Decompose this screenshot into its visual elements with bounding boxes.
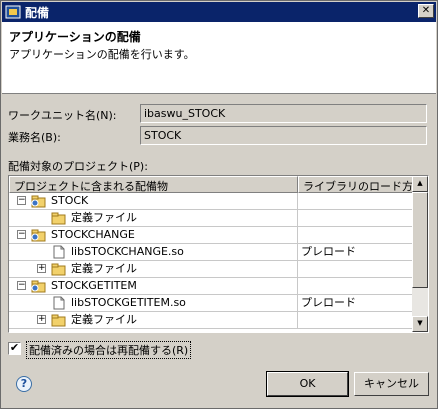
business-label: 業務名(B):	[8, 131, 61, 144]
scroll-thumb[interactable]	[412, 192, 428, 288]
header-title: アプリケーションの配備	[9, 30, 141, 44]
project-icon	[31, 279, 47, 293]
ok-button[interactable]: OK	[266, 371, 349, 397]
file-icon	[51, 245, 67, 259]
table-row[interactable]: libSTOCKCHANGE.so プレロード	[9, 244, 413, 261]
scroll-down-button[interactable]: ▼	[412, 316, 428, 332]
dialog-window: 配備 ✕ アプリケーションの配備 アプリケーションの配備を行います。 ワークユニ…	[0, 0, 438, 409]
artifact-label: STOCK	[51, 194, 89, 207]
header-description: アプリケーションの配備を行います。	[9, 48, 195, 61]
column-header-load-method[interactable]: ライブラリのロード方法	[298, 176, 413, 193]
table-row[interactable]: − STOCKCHANGE	[9, 227, 413, 244]
table-row[interactable]: libSTOCKGETITEM.so プレロード	[9, 295, 413, 312]
projects-table[interactable]: プロジェクトに含まれる配備物 ライブラリのロード方法 − STOCK 定義ファイル −…	[8, 175, 429, 333]
folder-icon	[51, 211, 67, 225]
collapse-icon[interactable]: −	[17, 230, 26, 239]
window-title: 配備	[25, 5, 50, 20]
load-method-cell[interactable]	[298, 278, 413, 294]
table-row[interactable]: + 定義ファイル	[9, 312, 413, 329]
table-row[interactable]: − STOCKGETITEM	[9, 278, 413, 295]
app-icon	[5, 5, 21, 19]
expand-icon[interactable]: +	[37, 315, 46, 324]
table-header: プロジェクトに含まれる配備物 ライブラリのロード方法	[9, 176, 413, 193]
collapse-icon[interactable]: −	[17, 281, 26, 290]
artifact-label: libSTOCKGETITEM.so	[71, 296, 186, 309]
table-row[interactable]: 定義ファイル	[9, 210, 413, 227]
load-method-cell[interactable]	[298, 210, 413, 226]
redeploy-checkbox[interactable]: ✔	[8, 342, 21, 355]
projects-label: 配備対象のプロジェクト(P):	[8, 160, 148, 173]
table-row[interactable]: − STOCK	[9, 193, 413, 210]
folder-icon	[51, 262, 67, 276]
column-header-artifacts[interactable]: プロジェクトに含まれる配備物	[9, 176, 298, 193]
project-icon	[31, 228, 47, 242]
artifact-cell: − STOCK	[9, 193, 298, 209]
work-unit-field: ibaswu_STOCK	[140, 104, 427, 123]
file-icon	[51, 296, 67, 310]
load-method-cell[interactable]	[298, 261, 413, 277]
table-rows: − STOCK 定義ファイル − STOCKCHANGE libSTOCKCHANGE.s…	[9, 193, 413, 329]
table-row[interactable]: + 定義ファイル	[9, 261, 413, 278]
artifact-cell: 定義ファイル	[9, 210, 298, 226]
load-method-cell[interactable]	[298, 227, 413, 243]
load-method-cell[interactable]: プレロード	[298, 295, 413, 311]
artifact-cell: + 定義ファイル	[9, 261, 298, 277]
artifact-label: STOCKGETITEM	[51, 279, 137, 292]
artifact-cell: libSTOCKGETITEM.so	[9, 295, 298, 311]
artifact-cell: + 定義ファイル	[9, 312, 298, 328]
cancel-button[interactable]: キャンセル	[354, 372, 429, 396]
artifact-label: 定義ファイル	[71, 313, 137, 326]
artifact-cell: − STOCKGETITEM	[9, 278, 298, 294]
artifact-label: STOCKCHANGE	[51, 228, 135, 241]
load-method-cell[interactable]: プレロード	[298, 244, 413, 260]
help-icon[interactable]: ?	[16, 376, 32, 392]
load-method-cell[interactable]	[298, 312, 413, 328]
artifact-label: 定義ファイル	[71, 211, 137, 224]
vertical-scrollbar[interactable]: ▲ ▼	[412, 176, 428, 332]
scroll-up-button[interactable]: ▲	[412, 176, 428, 192]
collapse-icon[interactable]: −	[17, 196, 26, 205]
work-unit-label: ワークユニット名(N):	[8, 109, 117, 122]
business-field: STOCK	[140, 126, 427, 145]
artifact-cell: libSTOCKCHANGE.so	[9, 244, 298, 260]
redeploy-label[interactable]: 配備済みの場合は再配備する(R)	[26, 341, 192, 359]
close-button[interactable]: ✕	[418, 4, 434, 18]
folder-icon	[51, 313, 67, 327]
expand-icon[interactable]: +	[37, 264, 46, 273]
artifact-label: 定義ファイル	[71, 262, 137, 275]
title-bar[interactable]: 配備 ✕	[2, 2, 436, 22]
project-icon	[31, 194, 47, 208]
dialog-header: アプリケーションの配備 アプリケーションの配備を行います。	[2, 22, 436, 94]
artifact-cell: − STOCKCHANGE	[9, 227, 298, 243]
artifact-label: libSTOCKCHANGE.so	[71, 245, 184, 258]
load-method-cell[interactable]	[298, 193, 413, 209]
